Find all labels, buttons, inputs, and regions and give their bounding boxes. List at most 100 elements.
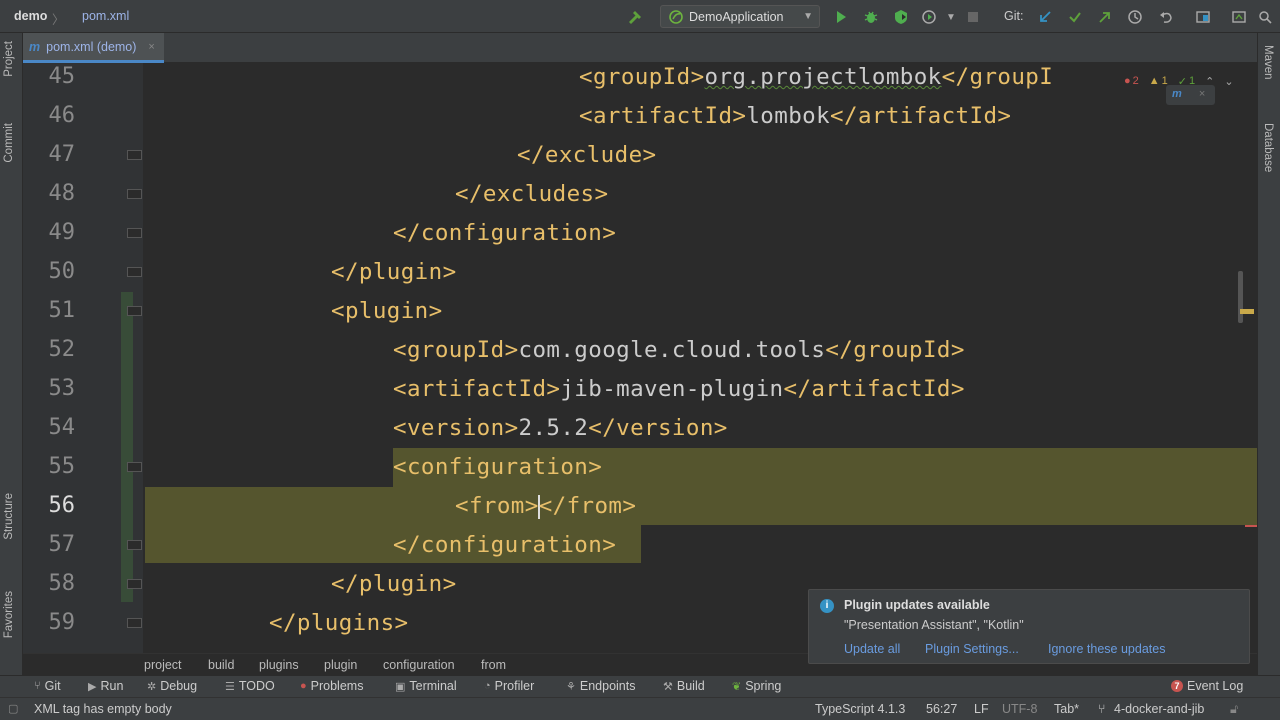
line-number: 46 [48, 103, 76, 128]
structure-tool-tab[interactable]: Structure [3, 493, 15, 540]
git-push-icon[interactable] [1094, 6, 1116, 28]
ignore-updates-link[interactable]: Ignore these updates [1048, 642, 1165, 656]
git-label: Git: [1004, 9, 1024, 23]
info-icon: i [820, 599, 834, 613]
gauge-icon: ◔ [484, 680, 491, 692]
xml-tag: <groupId> [579, 64, 705, 90]
error-icon: ● [300, 680, 307, 692]
debug-tool-button[interactable]: ✲ Debug [147, 679, 197, 693]
close-icon[interactable]: × [148, 41, 154, 53]
warning-stripe-mark[interactable] [1240, 309, 1254, 314]
xml-tag: </artifactId> [783, 376, 965, 402]
run-configuration-selector[interactable]: DemoApplication ▼ [660, 5, 820, 28]
build-tool-button[interactable]: ⚒ Build [663, 679, 705, 693]
xml-tag: </configuration> [393, 532, 617, 558]
file-encoding[interactable]: UTF-8 [1002, 702, 1037, 716]
git-update-icon[interactable] [1034, 6, 1056, 28]
profiler-tool-button[interactable]: ◔ Profiler [484, 679, 534, 693]
project-structure-icon[interactable] [1192, 6, 1214, 28]
xml-tag: </plugins> [269, 610, 409, 636]
debug-icon[interactable] [860, 6, 882, 28]
xml-tag: <artifactId> [579, 103, 747, 129]
notification-body: "Presentation Assistant", "Kotlin" [844, 618, 1024, 632]
build-hammer-icon[interactable] [624, 6, 646, 28]
todo-tool-button[interactable]: ☰ TODO [225, 679, 275, 693]
nav-file-name[interactable]: pom.xml [82, 9, 129, 23]
more-run-options-icon[interactable]: ▼ [940, 6, 962, 28]
language-version[interactable]: TypeScript 4.1.3 [815, 702, 905, 716]
code-line-current: 56 <from></from> [23, 489, 1257, 528]
git-tool-button[interactable]: ⑂ Git [34, 679, 61, 693]
git-commit-icon[interactable] [1064, 6, 1086, 28]
breadcrumb-item[interactable]: plugins [259, 658, 299, 672]
commit-tool-tab[interactable]: Commit [3, 123, 15, 163]
git-branch[interactable]: 4-docker-and-jib [1114, 702, 1204, 716]
line-number: 55 [48, 454, 76, 479]
plugin-update-notification: i Plugin updates available "Presentation… [808, 589, 1250, 664]
problems-tool-button[interactable]: ● Problems [300, 679, 363, 693]
editor-tab-label: pom.xml (demo) [46, 39, 137, 54]
line-number: 47 [48, 142, 76, 167]
favorites-tool-tab[interactable]: Favorites [3, 591, 15, 638]
xml-tag: <from> [455, 493, 539, 519]
run-tool-button[interactable]: ▶ Run [88, 679, 123, 693]
breadcrumb-item[interactable]: build [208, 658, 234, 672]
maven-reload-button[interactable]: m × [1166, 85, 1215, 105]
code-line: 57 </configuration> [23, 528, 1257, 567]
code-line: 53 <artifactId>jib-maven-plugin</artifac… [23, 372, 1257, 411]
xml-text: org.projectlombok [704, 64, 942, 90]
xml-tag: <configuration> [393, 454, 603, 480]
breadcrumb-item[interactable]: plugin [324, 658, 357, 672]
caret-position[interactable]: 56:27 [926, 702, 957, 716]
line-number: 57 [48, 532, 76, 557]
terminal-tool-button[interactable]: ▣ Terminal [395, 679, 457, 693]
code-text: <version>2.5.2</version> [393, 415, 728, 441]
plugin-settings-link[interactable]: Plugin Settings... [925, 642, 1019, 656]
line-number: 52 [48, 337, 76, 362]
line-number: 45 [48, 64, 76, 89]
close-icon[interactable]: × [1199, 88, 1205, 100]
presentation-mode-icon[interactable] [1228, 6, 1250, 28]
maven-tool-tab[interactable]: Maven [1262, 45, 1274, 80]
xml-tag: <plugin> [331, 298, 443, 324]
code-editor[interactable]: 45 <groupId>org.projectlombok</groupI 46… [23, 63, 1257, 653]
chevron-down-icon[interactable]: ⌄ [1224, 75, 1233, 88]
warning-icon: ▲ [1148, 75, 1160, 87]
project-tool-tab[interactable]: Project [3, 41, 15, 77]
line-number: 56 [48, 493, 76, 518]
lock-icon[interactable]: 🔓︎ [1230, 702, 1238, 717]
todo-tool-label: TODO [238, 679, 275, 693]
maven-icon: m [1172, 88, 1182, 100]
breadcrumb-item[interactable]: configuration [383, 658, 455, 672]
code-line: 46 <artifactId>lombok</artifactId> [23, 99, 1257, 138]
error-icon: ● [1124, 75, 1131, 87]
history-clock-icon[interactable] [1124, 6, 1146, 28]
database-tool-tab[interactable]: Database [1262, 123, 1274, 172]
update-all-link[interactable]: Update all [844, 642, 900, 656]
endpoints-tool-label: Endpoints [579, 679, 636, 693]
xml-tag: <artifactId> [393, 376, 561, 402]
nav-project-name[interactable]: demo [14, 9, 47, 23]
spring-tool-button[interactable]: ❦ Spring [732, 679, 781, 693]
editor-tab-pom[interactable]: m pom.xml (demo) × [23, 33, 164, 63]
profiler-run-icon[interactable] [918, 6, 940, 28]
run-icon[interactable] [830, 6, 852, 28]
status-bar: ▢ XML tag has empty body TypeScript 4.1.… [0, 697, 1280, 720]
rollback-icon[interactable] [1155, 6, 1177, 28]
coverage-icon[interactable] [890, 6, 912, 28]
endpoints-icon: ⚘ [566, 680, 576, 693]
breadcrumb-item[interactable]: from [481, 658, 506, 672]
event-log-button[interactable]: 7 Event Log [1171, 679, 1243, 693]
stop-icon[interactable] [962, 6, 984, 28]
endpoints-tool-button[interactable]: ⚘ Endpoints [566, 679, 635, 693]
breadcrumb-item[interactable]: project [144, 658, 182, 672]
indent-setting[interactable]: Tab* [1054, 702, 1079, 716]
code-text: <groupId>com.google.cloud.tools</groupId… [393, 337, 965, 363]
line-number: 54 [48, 415, 76, 440]
line-separator[interactable]: LF [974, 702, 989, 716]
hammer-icon: ⚒ [663, 680, 673, 693]
xml-tag: </version> [588, 415, 728, 441]
toggle-tool-windows-icon[interactable]: ▢ [8, 702, 18, 715]
scrollbar-thumb[interactable] [1238, 271, 1243, 323]
search-everywhere-icon[interactable] [1254, 6, 1276, 28]
